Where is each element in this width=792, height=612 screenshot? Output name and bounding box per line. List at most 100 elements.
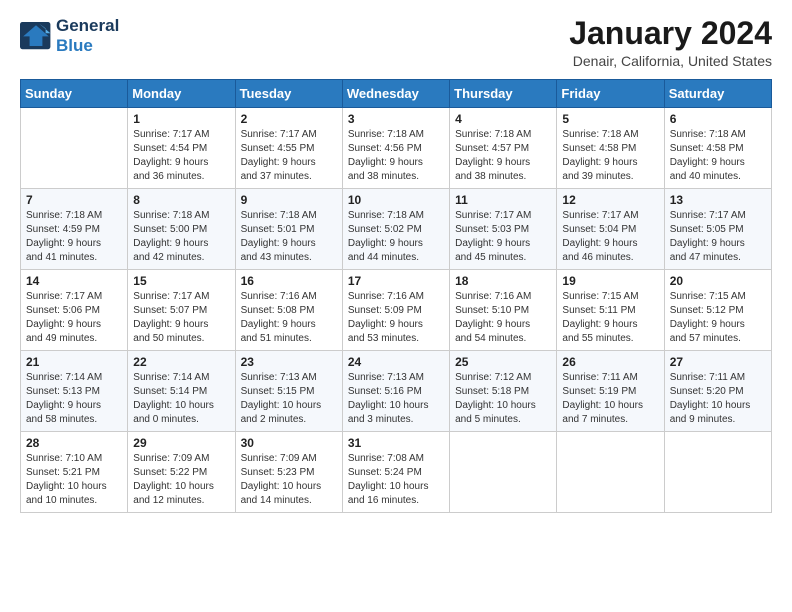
day-number: 13 bbox=[670, 193, 766, 207]
day-number: 12 bbox=[562, 193, 658, 207]
logo: General Blue bbox=[20, 16, 119, 56]
day-number: 28 bbox=[26, 436, 122, 450]
calendar-cell bbox=[21, 108, 128, 189]
day-number: 30 bbox=[241, 436, 337, 450]
calendar-cell: 7 Sunrise: 7:18 AM Sunset: 4:59 PM Daylig… bbox=[21, 189, 128, 270]
calendar-cell bbox=[664, 432, 771, 513]
calendar-cell: 14 Sunrise: 7:17 AM Sunset: 5:06 PM Dayli… bbox=[21, 270, 128, 351]
day-info: Sunrise: 7:18 AM Sunset: 5:01 PM Dayligh… bbox=[241, 209, 337, 265]
page-header: General Blue January 2024 Denair, Califo… bbox=[20, 16, 772, 69]
day-number: 4 bbox=[455, 112, 551, 126]
day-number: 1 bbox=[133, 112, 229, 126]
calendar-cell: 11 Sunrise: 7:17 AM Sunset: 5:03 PM Dayli… bbox=[450, 189, 557, 270]
calendar-week-row: 1 Sunrise: 7:17 AM Sunset: 4:54 PM Daylig… bbox=[21, 108, 772, 189]
day-info: Sunrise: 7:11 AM Sunset: 5:19 PM Dayligh… bbox=[562, 371, 658, 427]
calendar-week-row: 28Sunrise: 7:10 AM Sunset: 5:21 PM Dayli… bbox=[21, 432, 772, 513]
calendar-cell: 5Sunrise: 7:18 AM Sunset: 4:58 PM Daylig… bbox=[557, 108, 664, 189]
day-info: Sunrise: 7:17 AM Sunset: 4:55 PM Dayligh… bbox=[241, 128, 337, 184]
month-title: January 2024 bbox=[569, 16, 772, 51]
day-number: 22 bbox=[133, 355, 229, 369]
day-info: Sunrise: 7:13 AM Sunset: 5:16 PM Dayligh… bbox=[348, 371, 444, 427]
day-number: 18 bbox=[455, 274, 551, 288]
day-info: Sunrise: 7:11 AM Sunset: 5:20 PM Dayligh… bbox=[670, 371, 766, 427]
day-info: Sunrise: 7:17 AM Sunset: 5:04 PM Dayligh… bbox=[562, 209, 658, 265]
calendar-cell: 16Sunrise: 7:16 AM Sunset: 5:08 PM Dayli… bbox=[235, 270, 342, 351]
day-info: Sunrise: 7:14 AM Sunset: 5:14 PM Dayligh… bbox=[133, 371, 229, 427]
day-number: 3 bbox=[348, 112, 444, 126]
calendar-cell: 19 Sunrise: 7:15 AM Sunset: 5:11 PM Dayli… bbox=[557, 270, 664, 351]
calendar-cell: 8 Sunrise: 7:18 AM Sunset: 5:00 PM Daylig… bbox=[128, 189, 235, 270]
calendar-cell: 27Sunrise: 7:11 AM Sunset: 5:20 PM Dayli… bbox=[664, 351, 771, 432]
calendar-cell: 17 Sunrise: 7:16 AM Sunset: 5:09 PM Dayli… bbox=[342, 270, 449, 351]
weekday-header-monday: Monday bbox=[128, 80, 235, 108]
day-info: Sunrise: 7:18 AM Sunset: 4:58 PM Dayligh… bbox=[670, 128, 766, 184]
day-number: 24 bbox=[348, 355, 444, 369]
location: Denair, California, United States bbox=[569, 53, 772, 69]
day-number: 5 bbox=[562, 112, 658, 126]
day-number: 19 bbox=[562, 274, 658, 288]
day-number: 20 bbox=[670, 274, 766, 288]
weekday-header-tuesday: Tuesday bbox=[235, 80, 342, 108]
calendar-week-row: 14 Sunrise: 7:17 AM Sunset: 5:06 PM Dayli… bbox=[21, 270, 772, 351]
calendar-cell: 21 Sunrise: 7:14 AM Sunset: 5:13 PM Dayli… bbox=[21, 351, 128, 432]
weekday-header-wednesday: Wednesday bbox=[342, 80, 449, 108]
day-number: 6 bbox=[670, 112, 766, 126]
calendar-cell: 31 Sunrise: 7:08 AM Sunset: 5:24 PM Dayli… bbox=[342, 432, 449, 513]
calendar-table: SundayMondayTuesdayWednesdayThursdayFrid… bbox=[20, 79, 772, 513]
calendar-cell: 28Sunrise: 7:10 AM Sunset: 5:21 PM Dayli… bbox=[21, 432, 128, 513]
day-info: Sunrise: 7:15 AM Sunset: 5:11 PM Dayligh… bbox=[562, 290, 658, 346]
calendar-week-row: 21 Sunrise: 7:14 AM Sunset: 5:13 PM Dayli… bbox=[21, 351, 772, 432]
weekday-header-row: SundayMondayTuesdayWednesdayThursdayFrid… bbox=[21, 80, 772, 108]
calendar-week-row: 7 Sunrise: 7:18 AM Sunset: 4:59 PM Daylig… bbox=[21, 189, 772, 270]
day-info: Sunrise: 7:17 AM Sunset: 5:03 PM Dayligh… bbox=[455, 209, 551, 265]
day-info: Sunrise: 7:17 AM Sunset: 5:06 PM Dayligh… bbox=[26, 290, 122, 346]
calendar-cell: 9 Sunrise: 7:18 AM Sunset: 5:01 PM Daylig… bbox=[235, 189, 342, 270]
day-number: 11 bbox=[455, 193, 551, 207]
day-number: 29 bbox=[133, 436, 229, 450]
day-number: 2 bbox=[241, 112, 337, 126]
calendar-cell: 4 Sunrise: 7:18 AM Sunset: 4:57 PM Daylig… bbox=[450, 108, 557, 189]
day-info: Sunrise: 7:16 AM Sunset: 5:09 PM Dayligh… bbox=[348, 290, 444, 346]
calendar-cell: 22 Sunrise: 7:14 AM Sunset: 5:14 PM Dayli… bbox=[128, 351, 235, 432]
logo-text: General Blue bbox=[56, 16, 119, 56]
calendar-cell: 15Sunrise: 7:17 AM Sunset: 5:07 PM Dayli… bbox=[128, 270, 235, 351]
calendar-cell: 25 Sunrise: 7:12 AM Sunset: 5:18 PM Dayli… bbox=[450, 351, 557, 432]
calendar-cell: 20 Sunrise: 7:15 AM Sunset: 5:12 PM Dayli… bbox=[664, 270, 771, 351]
calendar-cell: 18Sunrise: 7:16 AM Sunset: 5:10 PM Dayli… bbox=[450, 270, 557, 351]
day-info: Sunrise: 7:14 AM Sunset: 5:13 PM Dayligh… bbox=[26, 371, 122, 427]
calendar-cell: 23Sunrise: 7:13 AM Sunset: 5:15 PM Dayli… bbox=[235, 351, 342, 432]
day-info: Sunrise: 7:16 AM Sunset: 5:08 PM Dayligh… bbox=[241, 290, 337, 346]
calendar-cell: 6 Sunrise: 7:18 AM Sunset: 4:58 PM Daylig… bbox=[664, 108, 771, 189]
day-number: 15 bbox=[133, 274, 229, 288]
day-number: 25 bbox=[455, 355, 551, 369]
calendar-cell bbox=[450, 432, 557, 513]
weekday-header-sunday: Sunday bbox=[21, 80, 128, 108]
day-number: 8 bbox=[133, 193, 229, 207]
calendar-cell: 10Sunrise: 7:18 AM Sunset: 5:02 PM Dayli… bbox=[342, 189, 449, 270]
calendar-cell: 30Sunrise: 7:09 AM Sunset: 5:23 PM Dayli… bbox=[235, 432, 342, 513]
day-info: Sunrise: 7:08 AM Sunset: 5:24 PM Dayligh… bbox=[348, 452, 444, 508]
weekday-header-friday: Friday bbox=[557, 80, 664, 108]
day-number: 31 bbox=[348, 436, 444, 450]
calendar-cell: 1 Sunrise: 7:17 AM Sunset: 4:54 PM Daylig… bbox=[128, 108, 235, 189]
day-info: Sunrise: 7:18 AM Sunset: 4:56 PM Dayligh… bbox=[348, 128, 444, 184]
calendar-cell: 2 Sunrise: 7:17 AM Sunset: 4:55 PM Daylig… bbox=[235, 108, 342, 189]
day-info: Sunrise: 7:18 AM Sunset: 4:57 PM Dayligh… bbox=[455, 128, 551, 184]
day-info: Sunrise: 7:15 AM Sunset: 5:12 PM Dayligh… bbox=[670, 290, 766, 346]
day-number: 23 bbox=[241, 355, 337, 369]
day-info: Sunrise: 7:17 AM Sunset: 4:54 PM Dayligh… bbox=[133, 128, 229, 184]
day-info: Sunrise: 7:09 AM Sunset: 5:22 PM Dayligh… bbox=[133, 452, 229, 508]
day-number: 17 bbox=[348, 274, 444, 288]
title-block: January 2024 Denair, California, United … bbox=[569, 16, 772, 69]
day-info: Sunrise: 7:18 AM Sunset: 5:00 PM Dayligh… bbox=[133, 209, 229, 265]
day-number: 14 bbox=[26, 274, 122, 288]
weekday-header-saturday: Saturday bbox=[664, 80, 771, 108]
day-number: 21 bbox=[26, 355, 122, 369]
weekday-header-thursday: Thursday bbox=[450, 80, 557, 108]
day-info: Sunrise: 7:18 AM Sunset: 4:59 PM Dayligh… bbox=[26, 209, 122, 265]
day-number: 9 bbox=[241, 193, 337, 207]
calendar-cell: 24 Sunrise: 7:13 AM Sunset: 5:16 PM Dayli… bbox=[342, 351, 449, 432]
day-number: 7 bbox=[26, 193, 122, 207]
day-info: Sunrise: 7:12 AM Sunset: 5:18 PM Dayligh… bbox=[455, 371, 551, 427]
day-info: Sunrise: 7:18 AM Sunset: 5:02 PM Dayligh… bbox=[348, 209, 444, 265]
